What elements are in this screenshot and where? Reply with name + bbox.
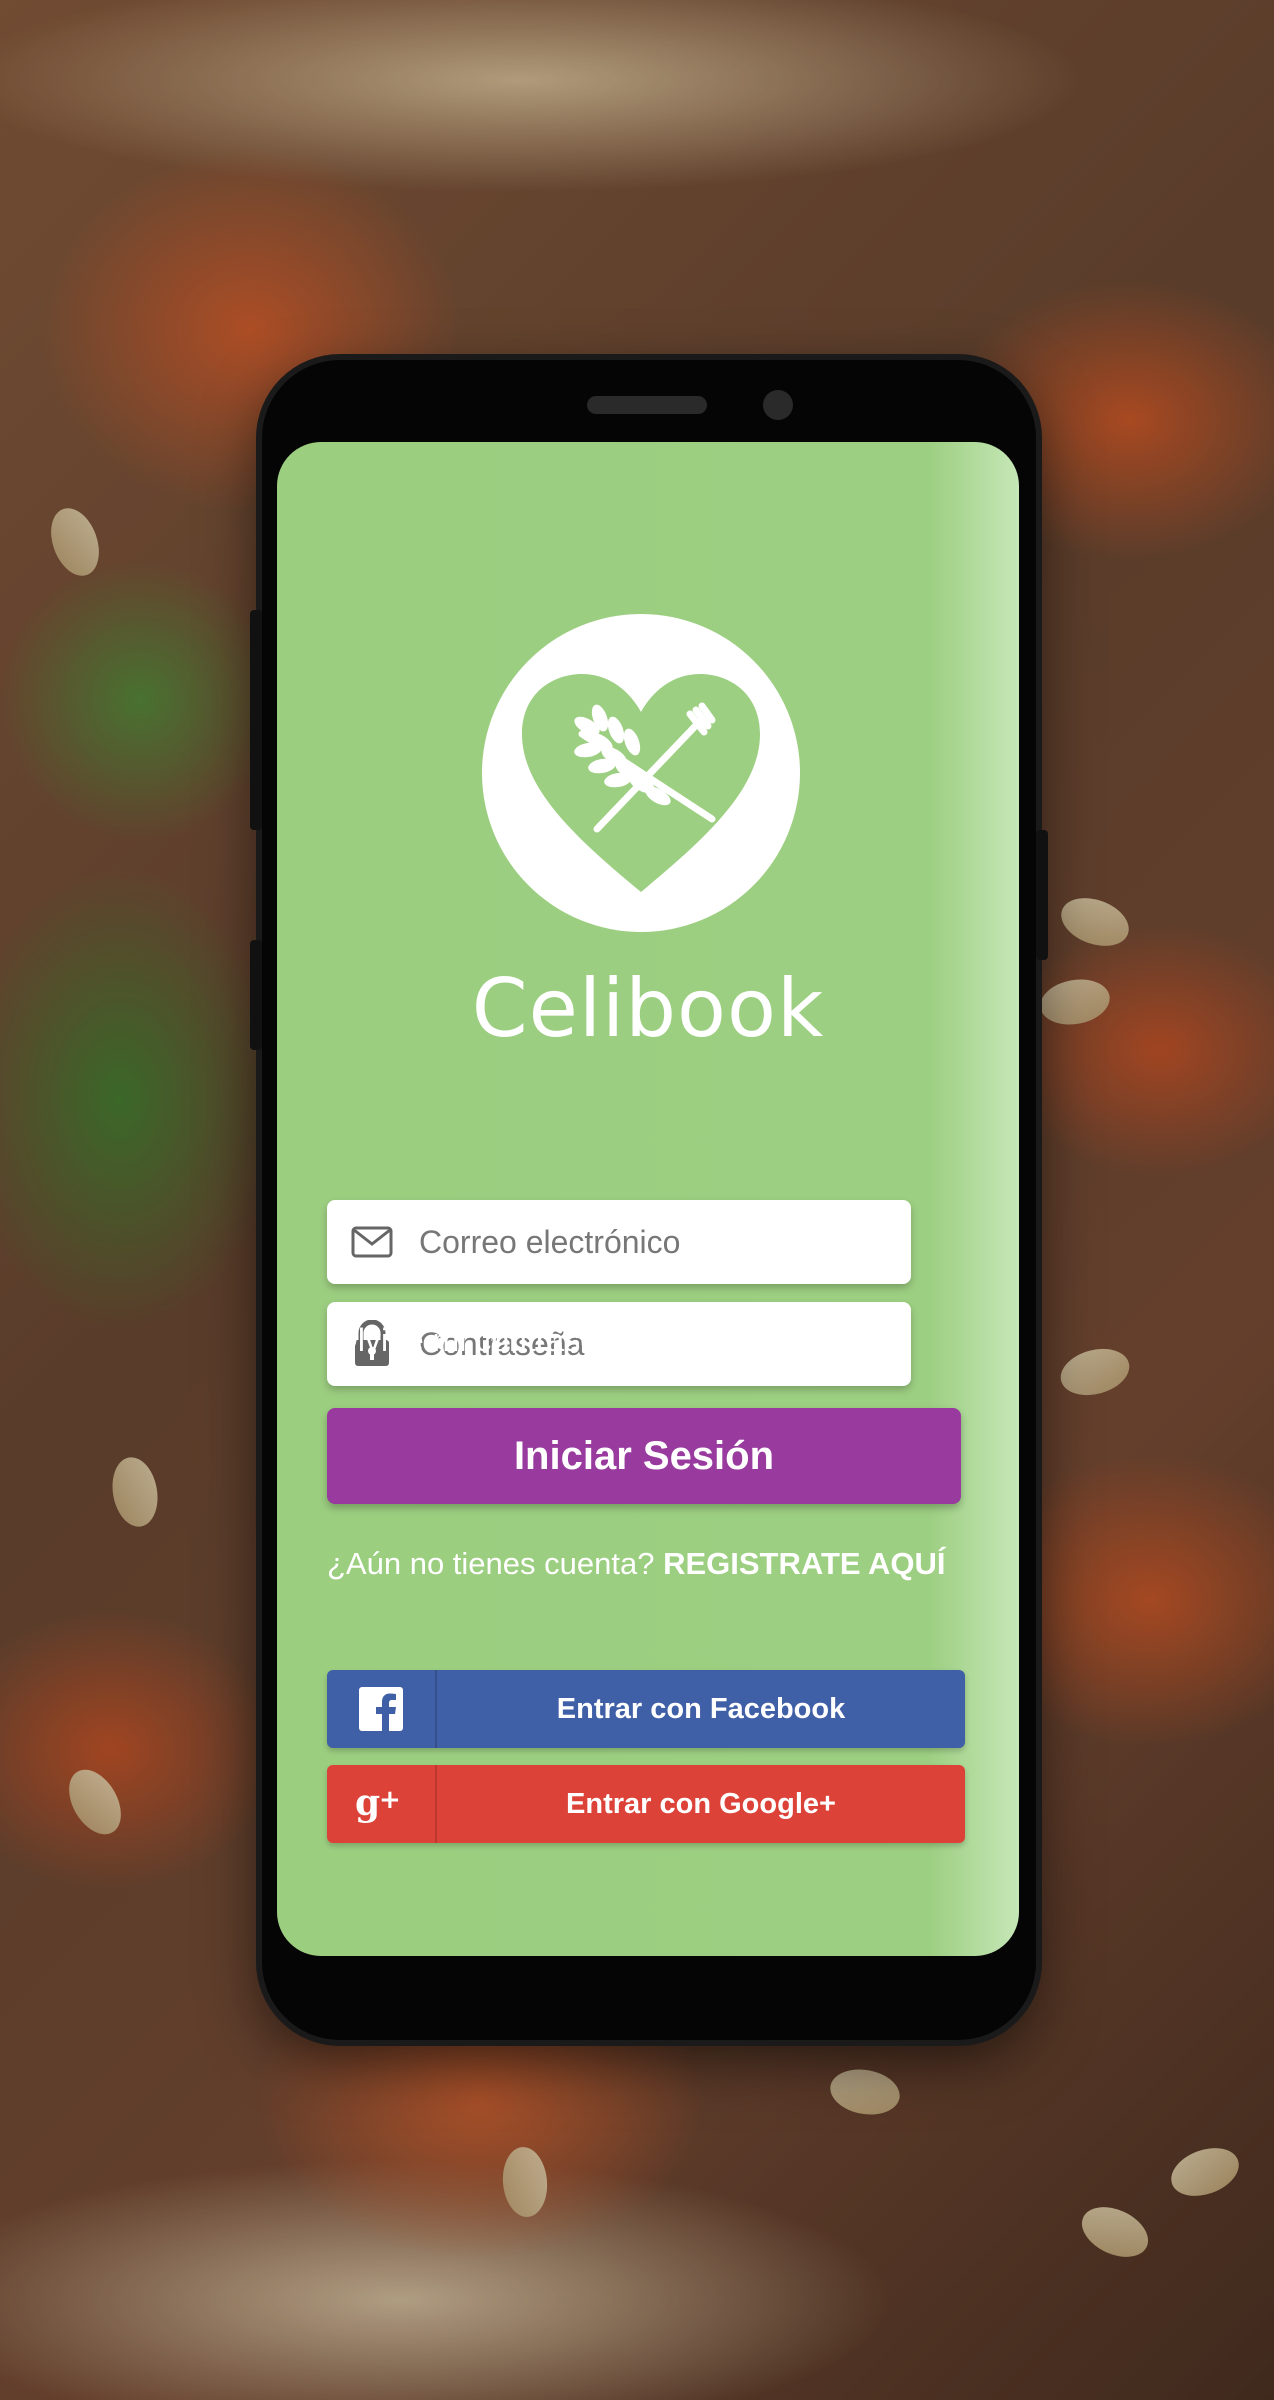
pine-nut-decoration — [1054, 889, 1136, 955]
facebook-icon — [327, 1670, 437, 1748]
svg-text:+: + — [379, 1785, 401, 1815]
app-title: Celibook — [471, 962, 825, 1055]
svg-text:g: g — [355, 1782, 380, 1824]
phone-speaker — [587, 396, 707, 414]
email-field[interactable] — [327, 1200, 911, 1284]
pine-nut-decoration — [1036, 974, 1114, 1030]
pine-nut-decoration — [1073, 2197, 1157, 2267]
pine-nut-decoration — [1164, 2139, 1246, 2205]
pine-nut-decoration — [42, 501, 108, 583]
facebook-login-label: Entrar con Facebook — [556, 1692, 846, 1725]
phone-camera — [763, 390, 793, 420]
phone-volume-button — [250, 610, 262, 830]
pine-nut-decoration — [107, 1453, 163, 1531]
pine-nut-decoration — [1055, 1341, 1135, 1403]
app-logo — [482, 614, 800, 932]
pine-nut-decoration — [826, 2064, 904, 2120]
gluten-free-heart-icon — [522, 674, 760, 892]
app-screen: Celibook Olvidé mi contraseña — [277, 442, 1019, 1956]
facebook-login-button[interactable]: Entrar con Facebook — [327, 1670, 965, 1748]
register-prompt: ¿Aún no tienes cuenta? REGISTRATE AQUÍ — [327, 1546, 946, 1582]
pine-nut-decoration — [500, 2145, 550, 2219]
envelope-icon — [327, 1200, 417, 1284]
pine-nut-decoration — [58, 1760, 132, 1844]
phone-power-button — [1036, 830, 1048, 960]
register-prompt-text: ¿Aún no tienes cuenta? — [327, 1546, 655, 1581]
google-login-button[interactable]: g + Entrar con Google+ — [327, 1765, 965, 1843]
register-link[interactable]: REGISTRATE AQUÍ — [663, 1546, 945, 1581]
phone-side-button — [250, 940, 262, 1050]
google-login-label: Entrar con Google+ — [566, 1787, 836, 1820]
phone-frame: Celibook Olvidé mi contraseña — [250, 360, 1048, 2040]
email-input[interactable] — [417, 1222, 911, 1262]
google-plus-icon: g + — [327, 1765, 437, 1843]
forgot-password-link[interactable]: Olvidé mi contraseña — [333, 1322, 634, 1359]
login-button[interactable]: Iniciar Sesión — [327, 1408, 961, 1504]
